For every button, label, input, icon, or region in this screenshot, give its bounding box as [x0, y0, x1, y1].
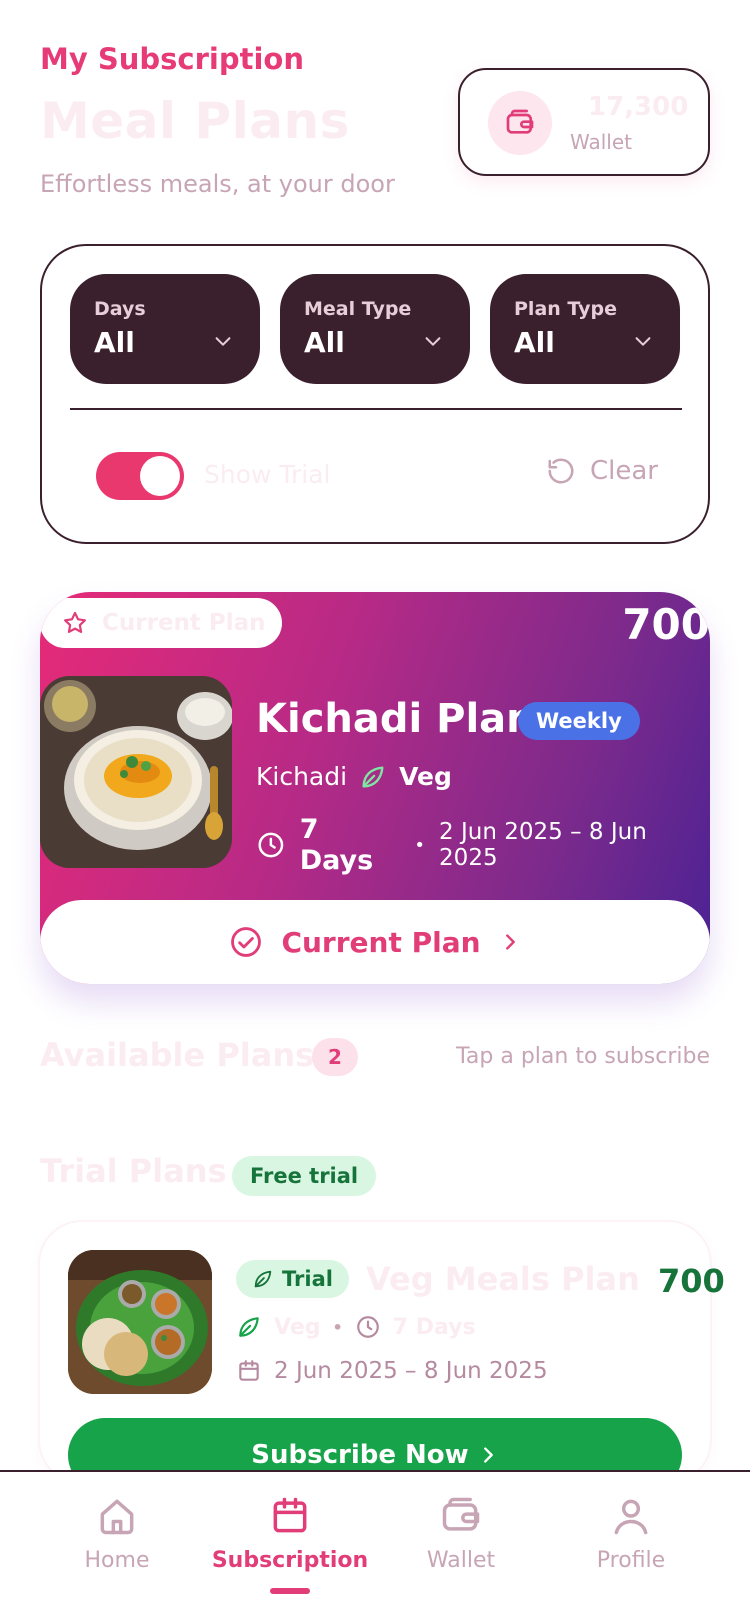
leaf-icon [254, 1270, 272, 1288]
show-trial-label: Show Trial [204, 460, 331, 489]
nav-item-home[interactable]: Home [42, 1494, 192, 1573]
kichadi-food-image [40, 676, 232, 868]
reset-icon [548, 458, 574, 484]
nav-item-wallet[interactable]: Wallet [386, 1494, 536, 1573]
current-plan-duration-row: 7 Days • 2 Jun 2025 – 8 Jun 2025 [256, 814, 710, 876]
wallet-amount: 17,300 [588, 92, 689, 122]
bottom-navigation: Home Subscription Wallet Profile [0, 1470, 750, 1624]
current-plan-meal-row: Kichadi Veg [256, 762, 452, 791]
calendar-icon [273, 1497, 307, 1533]
nav-label-subscription: Subscription [211, 1548, 369, 1573]
current-plan-name: Kichadi Plan [256, 696, 535, 742]
trial-tag-label: Trial [282, 1267, 333, 1291]
trial-plan-name: Veg Meals Plan [366, 1260, 640, 1298]
page-subtitle: Effortless meals, at your door [40, 170, 395, 198]
clear-filters-label: Clear [590, 456, 658, 486]
clock-icon [258, 832, 284, 858]
available-plans-heading: Available Plans [40, 1036, 315, 1074]
trial-duration: 7 Days [392, 1314, 476, 1340]
diet-label: Veg [399, 762, 452, 791]
chevron-right-icon [505, 934, 515, 950]
meal-type-filter-dropdown[interactable]: Meal Type All [280, 274, 470, 384]
nav-label-profile: Profile [596, 1548, 666, 1573]
toggle-knob [140, 456, 180, 496]
current-plan-card[interactable]: Current Plan 700 Kichadi Plan Weekly Kic… [40, 592, 710, 984]
filter-divider [70, 408, 682, 410]
days-filter-value: All [94, 326, 135, 359]
leaf-icon [239, 1317, 259, 1337]
star-icon [64, 611, 86, 633]
current-plan-badge: Current Plan [40, 598, 282, 648]
clear-filters-button[interactable]: Clear [546, 456, 658, 486]
plan-type-filter-label: Plan Type [514, 298, 617, 320]
nav-label-home: Home [84, 1548, 150, 1573]
trial-plan-card[interactable]: Trial Veg Meals Plan 700 Veg • 7 Days 2 … [40, 1222, 725, 1492]
chevron-down-icon [215, 337, 231, 346]
trial-plan-price: 700 [658, 1262, 725, 1300]
available-plans-hint: Tap a plan to subscribe [456, 1044, 710, 1069]
meal-type-filter-value: All [304, 326, 345, 359]
free-trial-badge: Free trial [232, 1156, 377, 1196]
clock-icon [356, 1316, 379, 1338]
separator-dot: • [414, 834, 426, 856]
chevron-down-icon [635, 337, 651, 346]
veg-meal-image [68, 1250, 212, 1394]
plan-duration: 7 Days [299, 814, 374, 876]
days-filter-dropdown[interactable]: Days All [70, 274, 260, 384]
filter-panel: Days All Meal Type All Plan Type All Sho… [40, 244, 710, 544]
nav-item-subscription[interactable]: Subscription [211, 1494, 369, 1573]
trial-plan-meta: Veg • 7 Days [236, 1314, 476, 1340]
trial-diet: Veg [274, 1314, 321, 1340]
meal-name: Kichadi [256, 762, 348, 791]
wallet-icon [488, 91, 552, 155]
separator-dot: • [332, 1317, 343, 1337]
active-tab-indicator [270, 1588, 310, 1594]
page-title: Meal Plans [40, 92, 350, 150]
trial-tag: Trial [236, 1260, 349, 1298]
plan-type-filter-value: All [514, 326, 555, 359]
plan-type-filter-dropdown[interactable]: Plan Type All [490, 274, 680, 384]
available-plans-count: 2 [312, 1038, 358, 1076]
current-plan-badge-label: Current Plan [102, 610, 266, 636]
trial-date-range: 2 Jun 2025 – 8 Jun 2025 [274, 1358, 548, 1384]
leaf-icon [362, 766, 384, 787]
current-plan-button[interactable]: Current Plan [40, 900, 710, 984]
chevron-right-icon [483, 1447, 493, 1463]
current-plan-button-label: Current Plan [281, 925, 481, 959]
current-plan-price: 700 [622, 600, 710, 649]
wallet-icon [442, 1497, 480, 1531]
calendar-icon [239, 1360, 259, 1381]
user-icon [614, 1499, 648, 1535]
nav-label-wallet: Wallet [426, 1548, 496, 1573]
trial-plans-heading: Trial Plans [40, 1152, 227, 1190]
chevron-down-icon [425, 337, 441, 346]
wallet-label: Wallet [570, 130, 633, 154]
show-trial-toggle[interactable] [96, 452, 184, 500]
meal-type-filter-label: Meal Type [304, 298, 412, 320]
home-icon [100, 1499, 134, 1535]
plan-date-range: 2 Jun 2025 – 8 Jun 2025 [439, 819, 647, 871]
section-eyebrow: My Subscription [40, 42, 304, 76]
wallet-balance-card[interactable]: 17,300 Wallet [458, 68, 710, 176]
days-filter-label: Days [94, 298, 146, 320]
subscribe-now-label: Subscribe Now [251, 1440, 469, 1470]
trial-plan-date-row: 2 Jun 2025 – 8 Jun 2025 [236, 1358, 548, 1384]
nav-item-profile[interactable]: Profile [556, 1494, 706, 1573]
check-circle-icon [231, 927, 262, 957]
plan-frequency-badge: Weekly [518, 702, 640, 740]
